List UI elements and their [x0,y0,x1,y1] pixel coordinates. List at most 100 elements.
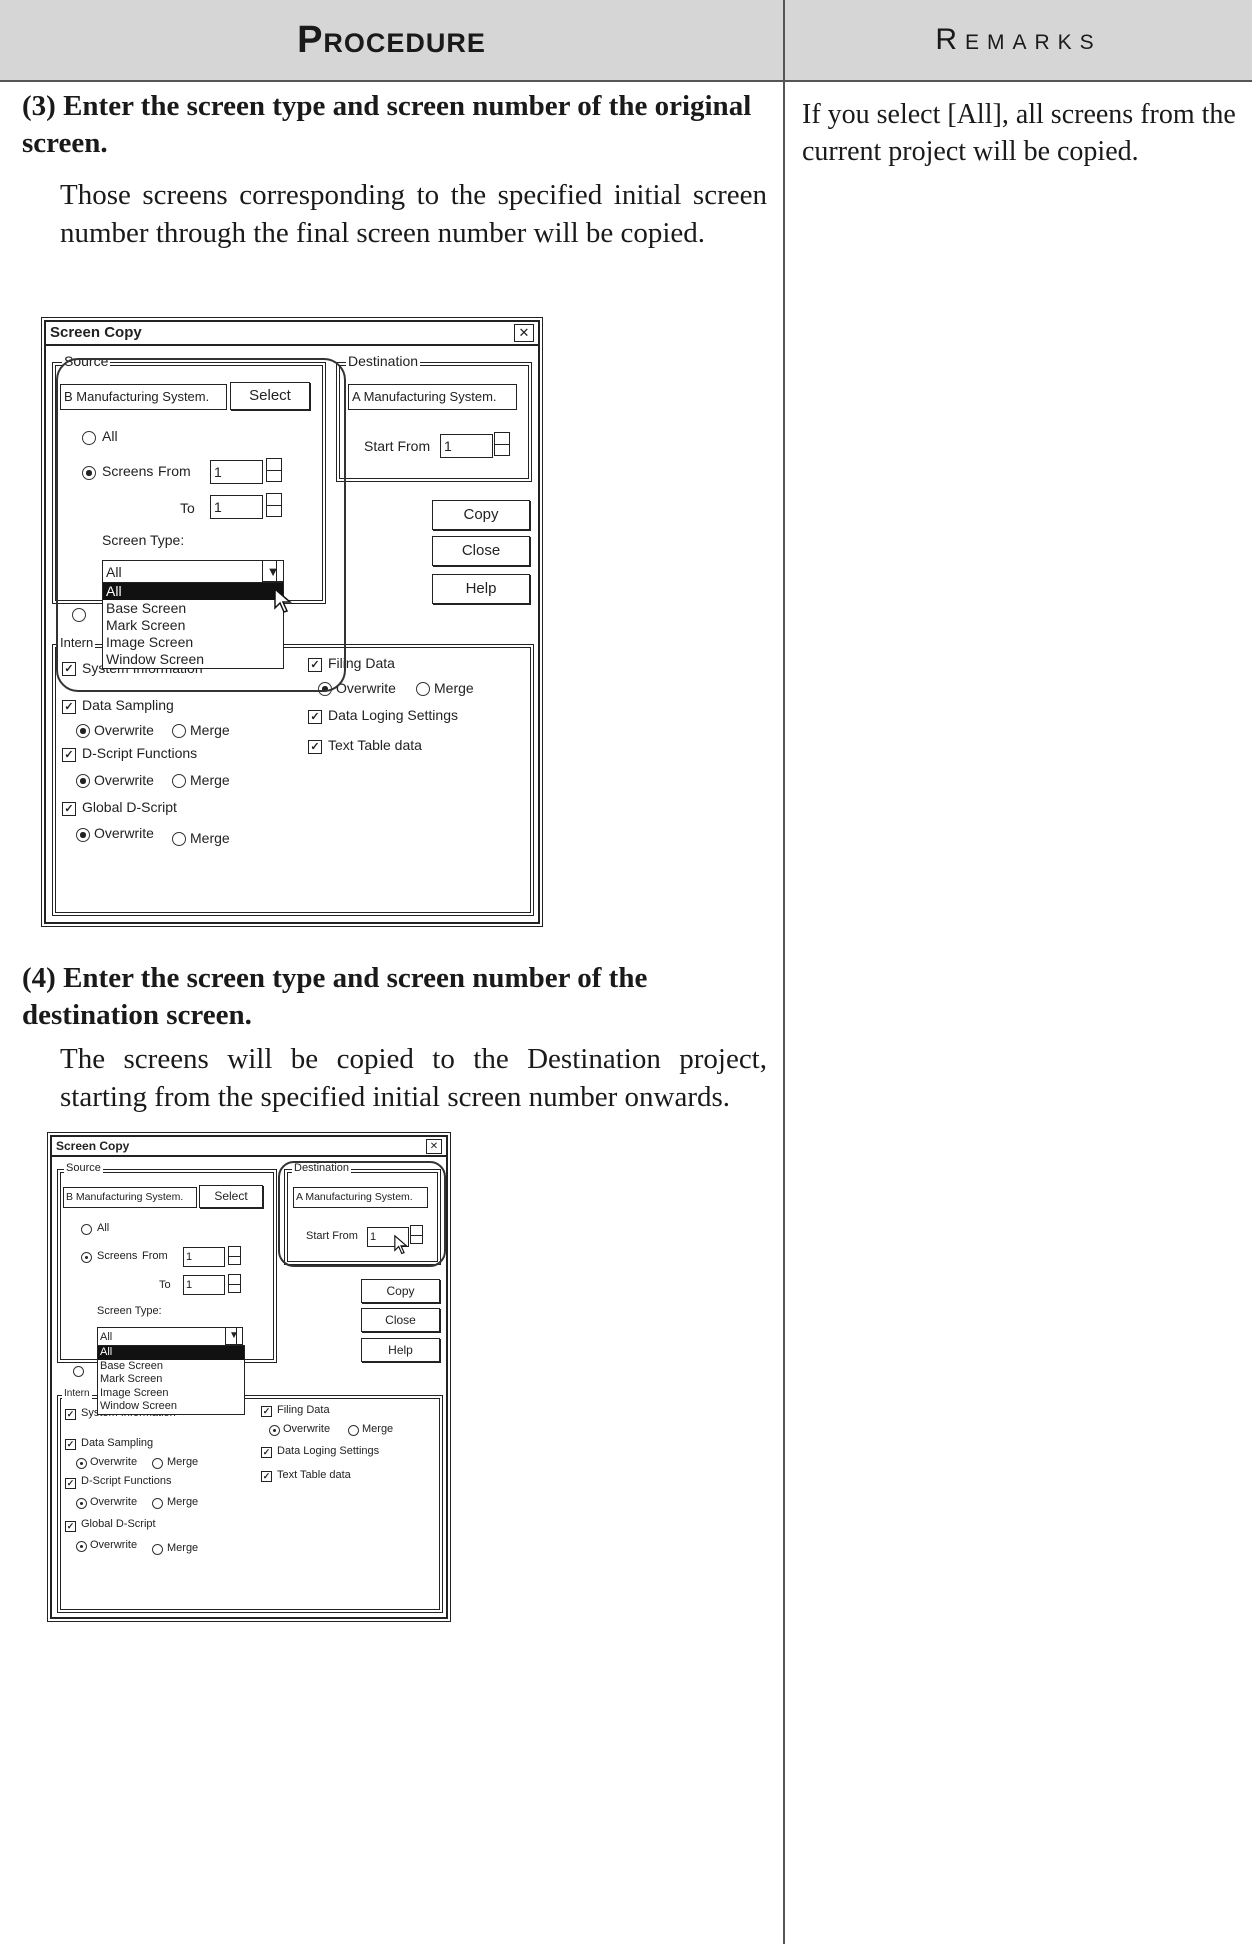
close-icon[interactable]: ✕ [514,324,534,342]
data-logging-checkbox[interactable]: ✓ [261,1447,272,1458]
global-dscript-merge-radio[interactable] [172,832,186,846]
from-input[interactable]: 1 [183,1247,225,1267]
global-dscript-overwrite-label: Overwrite [90,1539,138,1551]
dropdown-option[interactable]: Mark Screen [103,617,283,634]
global-dscript-checkbox[interactable]: ✓ [62,802,76,816]
from-stepper[interactable] [266,458,282,482]
chevron-down-icon[interactable]: ▼ [262,560,284,582]
step4-title: (4) Enter the screen type and screen num… [22,960,772,1034]
start-from-stepper[interactable] [494,432,510,456]
start-from-label: Start From [306,1230,358,1242]
filing-overwrite-radio[interactable] [318,682,332,696]
mouse-pointer-icon [274,588,292,613]
screens-radio[interactable] [81,1252,92,1263]
dropdown-option[interactable]: Image Screen [98,1387,244,1401]
start-from-input[interactable]: 1 [440,434,493,458]
copy-button[interactable]: Copy [432,500,530,530]
from-input[interactable]: 1 [210,460,263,484]
global-dscript-merge-radio[interactable] [152,1544,163,1555]
from-stepper[interactable] [228,1246,241,1265]
chevron-down-icon[interactable]: ▼ [225,1327,243,1345]
dscript-label: D-Script Functions [81,1475,172,1487]
text-table-checkbox[interactable]: ✓ [308,740,322,754]
data-sampling-merge-label: Merge [190,722,230,738]
filing-data-checkbox[interactable]: ✓ [261,1406,272,1417]
screen-type-dropdown-list: All Base Screen Mark Screen Image Screen… [97,1345,245,1415]
dropdown-option[interactable]: All [103,583,283,600]
select-button[interactable]: Select [230,382,310,410]
data-sampling-merge-radio[interactable] [152,1458,163,1469]
screen-type-select[interactable]: All [97,1327,237,1347]
screen-type-select[interactable]: All [102,560,277,584]
dropdown-option[interactable]: Base Screen [103,600,283,617]
data-sampling-checkbox[interactable]: ✓ [65,1439,76,1450]
data-sampling-merge-radio[interactable] [172,724,186,738]
dropdown-option[interactable]: Window Screen [98,1400,244,1414]
screens-radio-label: Screens [97,1250,138,1262]
close-icon[interactable]: ✕ [426,1139,442,1154]
help-button[interactable]: Help [361,1338,440,1362]
dialog-title-bar: Screen Copy ✕ [52,1137,446,1157]
text-table-checkbox[interactable]: ✓ [261,1471,272,1482]
partial-radio[interactable] [73,1366,84,1377]
dscript-overwrite-radio[interactable] [76,1498,87,1509]
dropdown-option[interactable]: Image Screen [103,634,283,651]
screens-radio[interactable] [82,466,96,480]
filing-merge-radio[interactable] [416,682,430,696]
filing-data-label: Filing Data [328,655,395,671]
dscript-checkbox[interactable]: ✓ [65,1478,76,1489]
partial-radio[interactable] [72,608,86,622]
dscript-merge-label: Merge [167,1496,199,1508]
system-info-checkbox[interactable]: ✓ [62,662,76,676]
dialog-title: Screen Copy [56,1139,130,1153]
source-project-field: B Manufacturing System. [63,1187,197,1208]
dropdown-option[interactable]: Base Screen [98,1360,244,1374]
screen-copy-dialog: Screen Copy ✕ Source B Manufacturing Sys… [41,317,543,927]
from-label: From [142,1250,168,1262]
filing-overwrite-radio[interactable] [269,1425,280,1436]
screen-type-label: Screen Type: [97,1305,162,1317]
to-label: To [159,1279,171,1291]
dscript-checkbox[interactable]: ✓ [62,748,76,762]
global-dscript-overwrite-radio[interactable] [76,1541,87,1552]
data-sampling-overwrite-label: Overwrite [94,722,154,738]
start-from-stepper[interactable] [410,1225,423,1244]
destination-project-field: A Manufacturing System. [348,384,517,410]
to-input[interactable]: 1 [210,495,263,519]
to-stepper[interactable] [266,493,282,517]
data-sampling-overwrite-radio[interactable] [76,1458,87,1469]
source-group-label: Source [64,1162,103,1174]
close-button[interactable]: Close [432,536,530,566]
copy-button[interactable]: Copy [361,1279,440,1303]
dropdown-option[interactable]: All [98,1346,244,1360]
all-radio[interactable] [81,1224,92,1235]
step3-body: Those screens corresponding to the speci… [60,179,767,249]
select-button[interactable]: Select [199,1185,263,1208]
dscript-overwrite-radio[interactable] [76,774,90,788]
mouse-pointer-icon [394,1235,408,1255]
system-info-checkbox[interactable]: ✓ [65,1409,76,1420]
all-radio[interactable] [82,431,96,445]
global-dscript-overwrite-label: Overwrite [94,825,154,841]
dscript-merge-radio[interactable] [152,1498,163,1509]
global-dscript-label: Global D-Script [81,1518,156,1530]
filing-merge-radio[interactable] [348,1425,359,1436]
dscript-merge-radio[interactable] [172,774,186,788]
filing-data-checkbox[interactable]: ✓ [308,658,322,672]
to-input[interactable]: 1 [183,1275,225,1295]
screen-type-dropdown-list: All Base Screen Mark Screen Image Screen… [102,582,284,669]
dropdown-option[interactable]: Window Screen [103,651,283,668]
global-dscript-merge-label: Merge [167,1542,199,1554]
close-button[interactable]: Close [361,1308,440,1332]
global-dscript-checkbox[interactable]: ✓ [65,1521,76,1532]
to-stepper[interactable] [228,1274,241,1293]
data-sampling-checkbox[interactable]: ✓ [62,700,76,714]
start-from-label: Start From [364,438,431,454]
global-dscript-overwrite-radio[interactable] [76,828,90,842]
help-button[interactable]: Help [432,574,530,604]
step3-title: (3) Enter the screen type and screen num… [22,88,772,162]
screen-copy-dialog-destination: Screen Copy ✕ Source B Manufacturing Sys… [47,1132,451,1622]
data-sampling-overwrite-radio[interactable] [76,724,90,738]
data-logging-checkbox[interactable]: ✓ [308,710,322,724]
dropdown-option[interactable]: Mark Screen [98,1373,244,1387]
